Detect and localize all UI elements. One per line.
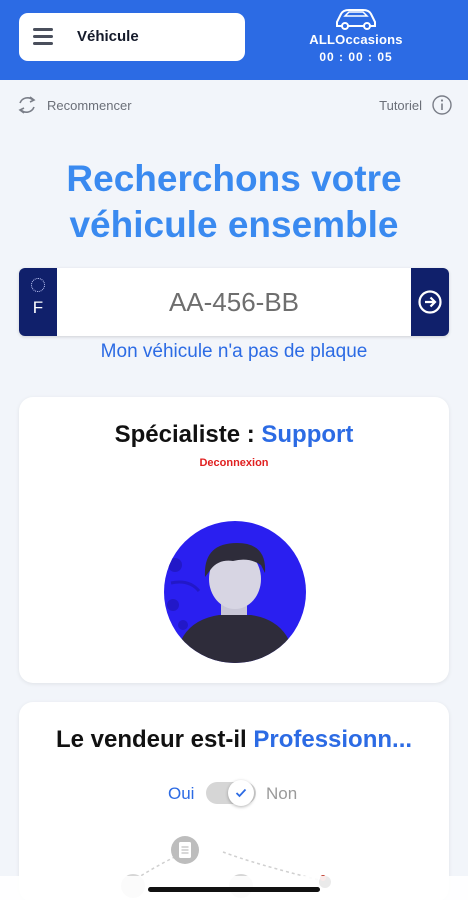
menu-title: Véhicule: [77, 28, 139, 45]
refresh-icon: [18, 96, 36, 114]
seller-question-accent: Professionn...: [253, 726, 413, 753]
info-icon: [432, 95, 452, 115]
page-title: Recherchons votre véhicule ensemble: [0, 156, 468, 248]
plate-input[interactable]: [57, 268, 411, 336]
toolbar: Recommencer Tutoriel: [0, 92, 468, 120]
menu-icon[interactable]: [33, 28, 53, 46]
professional-toggle[interactable]: [206, 780, 256, 806]
vehicle-menu-button[interactable]: Véhicule: [19, 13, 245, 61]
seller-card: Le vendeur est-il Professionn... Oui Non: [19, 702, 449, 900]
tutorial-button[interactable]: Tutoriel: [379, 94, 453, 116]
avatar: [164, 521, 306, 663]
specialist-title: Spécialiste : Support: [19, 421, 449, 449]
specialist-name: Support: [261, 421, 354, 448]
brand: ALLOccasions 00 : 00 : 05: [300, 6, 412, 64]
app-header: Véhicule ALLOccasions 00 : 00 : 05: [0, 0, 468, 80]
restart-button[interactable]: Recommencer: [16, 94, 132, 116]
toggle-yes-label[interactable]: Oui: [168, 784, 194, 804]
tutorial-label: Tutoriel: [379, 97, 422, 113]
specialist-title-prefix: Spécialiste :: [114, 421, 262, 448]
eu-stars-icon: [31, 278, 45, 292]
home-indicator[interactable]: [148, 887, 320, 892]
seller-type-toggle-row: Oui Non: [19, 780, 449, 806]
document-icon: [171, 836, 199, 864]
toggle-knob[interactable]: [228, 780, 254, 806]
plate-country-code: F: [32, 298, 44, 317]
brand-name: ALLOccasions: [309, 32, 403, 47]
no-plate-link[interactable]: Mon véhicule n'a pas de plaque: [0, 341, 468, 363]
car-icon: [336, 9, 376, 30]
plate-submit-button[interactable]: [411, 268, 449, 336]
page-title-line2: véhicule ensemble: [69, 204, 399, 245]
license-plate-field: F: [19, 268, 449, 336]
plate-country-band: F: [19, 268, 57, 336]
logout-link[interactable]: Deconnexion: [19, 457, 449, 469]
seller-question-prefix: Le vendeur est-il: [55, 726, 254, 753]
session-timer: 00 : 00 : 05: [319, 50, 393, 64]
specialist-card: Spécialiste : Support Deconnexion: [19, 397, 449, 683]
check-icon: [235, 788, 247, 798]
seller-question: Le vendeur est-il Professionn...: [19, 726, 449, 754]
restart-label: Recommencer: [47, 97, 132, 113]
page-title-line1: Recherchons votre: [66, 158, 402, 199]
arrow-right-icon: [418, 290, 442, 314]
toggle-no-label[interactable]: Non: [266, 784, 297, 804]
